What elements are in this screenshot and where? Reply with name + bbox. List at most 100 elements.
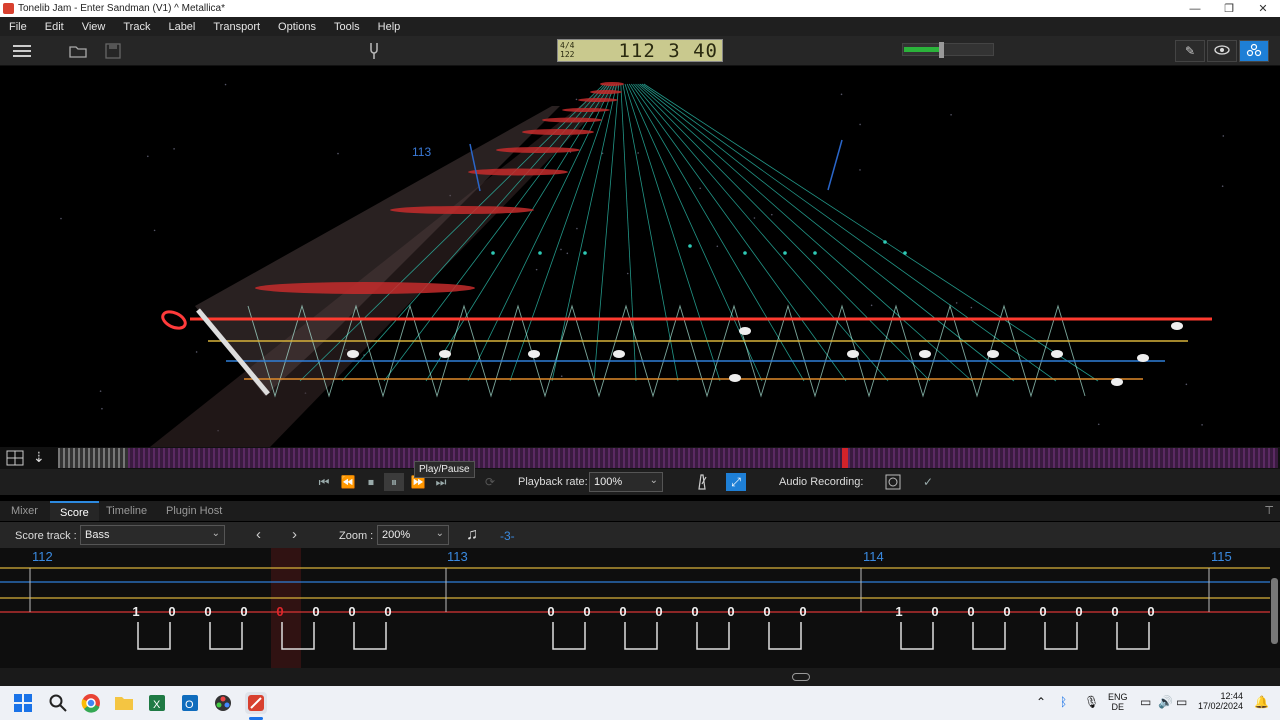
note-dot bbox=[439, 350, 451, 358]
tablature-canvas: 112 113 114 115 1 0 0 0 0 0 0 0 0 0 0 0 0 0 0 0 1 0 0 0 0 0 0 0 bbox=[0, 548, 1270, 668]
battery-icon[interactable]: ▭ bbox=[1176, 695, 1187, 709]
davinci-icon[interactable] bbox=[212, 692, 234, 714]
menu-track[interactable]: Track bbox=[114, 21, 159, 33]
maximize-button[interactable]: ❐ bbox=[1212, 0, 1246, 17]
star bbox=[1221, 185, 1224, 188]
volume-icon[interactable]: 🔊 bbox=[1158, 695, 1173, 709]
menu-edit[interactable]: Edit bbox=[36, 21, 73, 33]
tab-score[interactable]: Score bbox=[50, 501, 99, 521]
note-bar bbox=[496, 147, 580, 153]
right-boundary-marker bbox=[827, 139, 843, 191]
overview-cursor[interactable] bbox=[842, 448, 849, 468]
menu-help[interactable]: Help bbox=[369, 21, 410, 33]
view-mode-button[interactable] bbox=[1207, 40, 1237, 62]
record-icon[interactable] bbox=[883, 473, 903, 491]
score-toolbar: Score track : Bass ⌄ ‹ › Zoom : 200% ⌄ ♫… bbox=[0, 522, 1280, 548]
tonelib-app-icon bbox=[3, 3, 14, 14]
file-explorer-icon[interactable] bbox=[113, 692, 135, 714]
zoom-select[interactable]: 200% ⌄ bbox=[377, 525, 449, 545]
search-icon[interactable] bbox=[47, 692, 69, 714]
fret-line bbox=[637, 83, 973, 382]
note-dot bbox=[1111, 378, 1123, 386]
network-icon[interactable]: ▭ bbox=[1140, 695, 1151, 709]
outlook-icon[interactable]: O bbox=[179, 692, 201, 714]
tab-note: 0 bbox=[727, 604, 734, 619]
language-indicator[interactable]: ENG DE bbox=[1108, 692, 1128, 712]
go-to-start-icon[interactable]: ⏮ bbox=[314, 473, 334, 491]
menu-view[interactable]: View bbox=[73, 21, 115, 33]
score-track-value: Bass bbox=[85, 529, 110, 541]
menu-file[interactable]: File bbox=[0, 21, 36, 33]
bluetooth-icon[interactable]: ᛒ bbox=[1060, 695, 1067, 709]
distant-note-dot bbox=[783, 251, 787, 255]
show-hidden-icons-icon[interactable]: ⌃ bbox=[1036, 695, 1046, 709]
tuning-fork-icon[interactable] bbox=[363, 41, 385, 61]
chrome-icon[interactable] bbox=[80, 692, 102, 714]
note-dot bbox=[919, 350, 931, 358]
panel-pin-icon[interactable]: ⊤ bbox=[1264, 504, 1274, 517]
fret-line bbox=[628, 83, 805, 382]
players-mode-button[interactable] bbox=[1239, 40, 1269, 62]
open-folder-icon[interactable] bbox=[67, 41, 89, 61]
menu-tools[interactable]: Tools bbox=[325, 21, 369, 33]
menu-transport[interactable]: Transport bbox=[204, 21, 269, 33]
panel-resize-band bbox=[0, 668, 1280, 686]
close-button[interactable]: ✕ bbox=[1246, 0, 1280, 17]
star bbox=[173, 148, 175, 150]
metronome-icon[interactable] bbox=[692, 473, 712, 491]
menu-options[interactable]: Options bbox=[269, 21, 325, 33]
excel-icon[interactable]: X bbox=[146, 692, 168, 714]
tonelib-icon[interactable] bbox=[245, 692, 267, 714]
star bbox=[560, 248, 562, 251]
overview-bar[interactable] bbox=[58, 448, 1278, 468]
svg-text:O: O bbox=[185, 699, 194, 711]
grid-view-icon[interactable] bbox=[6, 450, 24, 471]
beam-group bbox=[137, 622, 171, 650]
menu-label[interactable]: Label bbox=[159, 21, 204, 33]
tab-note: 0 bbox=[799, 604, 806, 619]
tab-note: 0 bbox=[583, 604, 590, 619]
hamburger-menu-icon[interactable] bbox=[11, 41, 33, 61]
score-track-select[interactable]: Bass ⌄ bbox=[80, 525, 225, 545]
save-icon[interactable] bbox=[102, 41, 124, 61]
beam-group bbox=[1044, 622, 1078, 650]
previous-measure-icon[interactable]: ‹ bbox=[256, 526, 261, 543]
windows-start-icon[interactable] bbox=[12, 692, 34, 714]
play-pause-icon[interactable]: ⏸ bbox=[384, 473, 404, 491]
edit-mode-button[interactable]: ✎ bbox=[1175, 40, 1205, 62]
position-display: 4/4 122 112 3 40 bbox=[557, 39, 723, 62]
clock[interactable]: 12:44 17/02/2024 bbox=[1198, 691, 1243, 711]
playback-rate-select[interactable]: 100% ⌄ bbox=[589, 472, 663, 492]
fret-line bbox=[467, 83, 613, 382]
tab-note: 0 bbox=[384, 604, 391, 619]
tab-note: 0 bbox=[204, 604, 211, 619]
note-dot bbox=[1051, 350, 1063, 358]
sort-down-icon[interactable]: ⇣ bbox=[33, 449, 45, 466]
star bbox=[1185, 383, 1188, 386]
microphone-icon[interactable]: 🎙 bbox=[1084, 695, 1099, 709]
play-pause-tooltip: Play/Pause bbox=[414, 461, 475, 478]
checkmark-icon[interactable]: ✓ bbox=[918, 473, 938, 491]
note-value-icon[interactable]: ♫ bbox=[466, 526, 478, 544]
tab-plugin-host[interactable]: Plugin Host bbox=[156, 501, 232, 521]
fretboard-3d-view[interactable]: 113 bbox=[0, 66, 1280, 447]
minimize-button[interactable]: — bbox=[1178, 0, 1212, 17]
star bbox=[153, 229, 156, 232]
resize-handle[interactable] bbox=[792, 673, 810, 681]
rewind-icon[interactable]: ⏪ bbox=[338, 473, 358, 491]
master-volume-slider[interactable] bbox=[902, 42, 994, 58]
measure-number: 115 bbox=[1211, 549, 1232, 564]
tablature-view[interactable]: 112 113 114 115 1 0 0 0 0 0 0 0 0 0 0 0 0 0 0 0 1 0 0 0 0 0 0 0 bbox=[0, 548, 1280, 668]
star bbox=[950, 113, 952, 116]
tab-timeline[interactable]: Timeline bbox=[96, 501, 157, 521]
loop-icon[interactable]: ⟳ bbox=[480, 473, 500, 491]
score-scrollbar[interactable] bbox=[1271, 578, 1278, 644]
count-in-icon[interactable]: ⤢ bbox=[726, 473, 746, 491]
tab-mixer[interactable]: Mixer bbox=[1, 501, 48, 521]
star bbox=[337, 152, 339, 155]
volume-knob[interactable] bbox=[938, 42, 944, 58]
star bbox=[566, 252, 569, 255]
stop-icon[interactable]: ⏹ bbox=[361, 473, 381, 491]
notification-bell-icon[interactable]: 🔔 bbox=[1254, 695, 1269, 709]
next-measure-icon[interactable]: › bbox=[292, 526, 297, 543]
